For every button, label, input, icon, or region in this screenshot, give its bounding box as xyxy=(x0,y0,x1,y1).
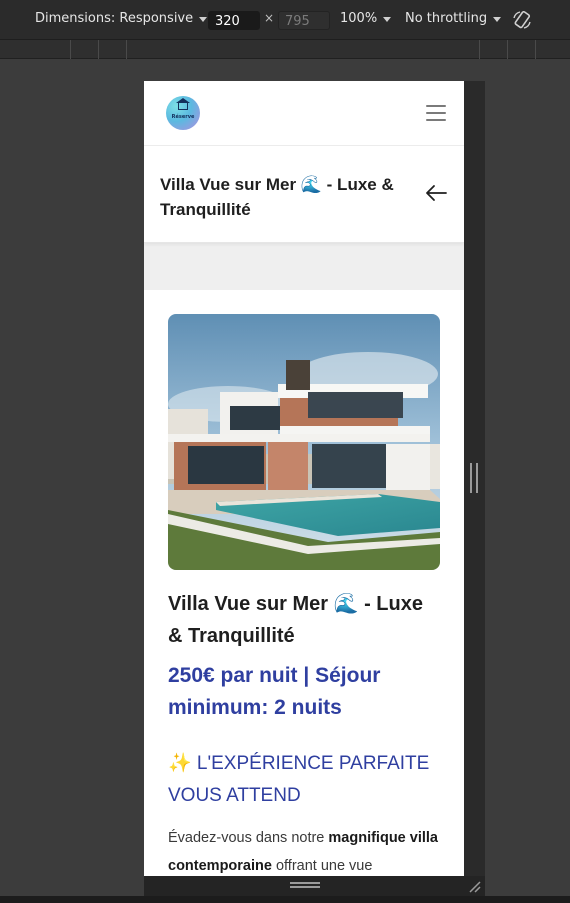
chevron-down-icon xyxy=(199,17,208,22)
villa-photo[interactable] xyxy=(168,314,440,570)
resize-corner-icon[interactable] xyxy=(468,880,482,894)
listing-description: Évadez-vous dans notre magnifique villa … xyxy=(168,824,440,876)
rotate-device-icon[interactable] xyxy=(512,10,532,30)
height-input[interactable]: 795 xyxy=(278,11,330,30)
menu-line xyxy=(426,119,446,121)
dimensions-label: Dimensions: Responsive xyxy=(35,11,194,26)
ruler-tick xyxy=(535,40,536,59)
page-title: Villa Vue sur Mer 🌊 - Luxe & Tranquillit… xyxy=(160,175,394,219)
description-text: offrant une vue xyxy=(271,858,373,874)
site-logo[interactable]: Réserve xyxy=(166,96,200,130)
ruler-tick xyxy=(70,40,71,59)
resize-handle-right[interactable] xyxy=(470,463,478,493)
ruler-tick xyxy=(479,40,480,59)
menu-line xyxy=(426,105,446,107)
media-query-ruler xyxy=(0,40,570,59)
ruler-tick xyxy=(126,40,127,59)
chevron-down-icon xyxy=(383,17,392,22)
resize-handle-bottom[interactable] xyxy=(290,882,320,888)
listing-price: 250€ par nuit | Séjour minimum: 2 nuits xyxy=(168,664,381,719)
site-header: Réserve xyxy=(144,81,464,146)
spacer-band xyxy=(144,243,464,290)
section-heading: ✨ L'EXPÉRIENCE PARFAITE VOUS ATTEND xyxy=(168,753,430,806)
description-text: Évadez-vous dans notre xyxy=(168,830,329,846)
throttling-dropdown[interactable]: No throttling xyxy=(405,11,502,26)
devtools-bottom-edge xyxy=(0,896,570,903)
dimensions-dropdown[interactable]: Dimensions: Responsive xyxy=(35,11,208,26)
devtools-toolbar: Dimensions: Responsive 320 × 795 100% No… xyxy=(0,0,570,40)
villa-photo-illustration xyxy=(168,314,440,570)
zoom-dropdown[interactable]: 100% xyxy=(340,11,392,26)
ruler-tick xyxy=(507,40,508,59)
dimension-separator: × xyxy=(264,11,275,25)
zoom-label: 100% xyxy=(340,11,378,26)
device-viewport: Réserve Villa Vue sur Mer 🌊 - Luxe & Tra… xyxy=(144,81,464,876)
back-arrow-icon[interactable] xyxy=(424,183,448,203)
menu-icon[interactable] xyxy=(426,105,446,121)
width-input[interactable]: 320 xyxy=(208,11,260,30)
house-body xyxy=(178,102,188,110)
listing-title: Villa Vue sur Mer 🌊 - Luxe & Tranquillit… xyxy=(168,593,423,647)
menu-line xyxy=(426,112,446,114)
page-title-bar: Villa Vue sur Mer 🌊 - Luxe & Tranquillit… xyxy=(144,146,464,243)
throttling-label: No throttling xyxy=(405,11,488,26)
listing-card: Villa Vue sur Mer 🌊 - Luxe & Tranquillit… xyxy=(144,290,464,876)
logo-text: Réserve xyxy=(171,114,195,120)
chevron-down-icon xyxy=(493,17,502,22)
ruler-tick xyxy=(98,40,99,59)
